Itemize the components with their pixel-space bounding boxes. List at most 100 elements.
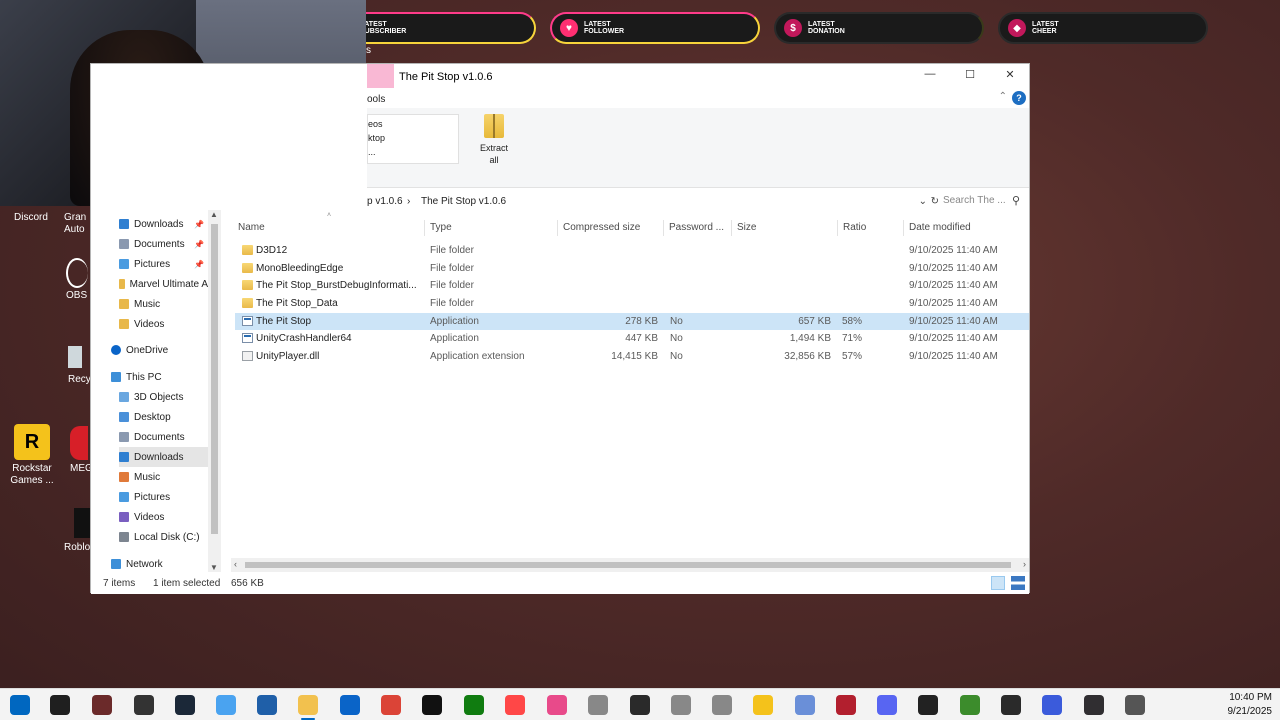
ribbon-list-item[interactable]: eos: [368, 115, 458, 129]
column-divider[interactable]: [424, 220, 425, 236]
epic-icon[interactable]: [1001, 695, 1021, 715]
column-header-password[interactable]: Password ...: [669, 222, 724, 233]
scrollbar-thumb[interactable]: [211, 224, 218, 534]
capcut-icon[interactable]: [422, 695, 442, 715]
file-row[interactable]: UnityPlayer.dll Application extension 14…: [235, 348, 1029, 365]
chrome-icon[interactable]: [381, 695, 401, 715]
nav-item-pictures[interactable]: Pictures: [119, 487, 208, 507]
extract-all-button[interactable]: Extract all: [477, 114, 511, 166]
column-header-name[interactable]: Name: [238, 222, 265, 233]
store-icon[interactable]: [257, 695, 277, 715]
desktop-icon-discord[interactable]: Discord: [8, 212, 54, 224]
collapse-ribbon-icon[interactable]: ⌃: [999, 91, 1007, 102]
horizontal-scrollbar[interactable]: ‹ ›: [231, 558, 1029, 572]
scroll-right-icon[interactable]: ›: [1023, 559, 1026, 569]
details-view-icon[interactable]: [991, 576, 1005, 590]
scroll-down-icon[interactable]: ▼: [210, 563, 218, 572]
ribbon-tab-tools[interactable]: ools: [367, 94, 385, 105]
ea-icon[interactable]: [505, 695, 525, 715]
nav-item-local-disk[interactable]: Local Disk (C:): [119, 527, 208, 547]
minecraft-icon[interactable]: [960, 695, 980, 715]
close-button[interactable]: ✕: [995, 68, 1025, 84]
search-icon[interactable]: [50, 695, 70, 715]
nav-item-downloads-pinned[interactable]: Downloads 📌: [119, 214, 208, 234]
help-icon[interactable]: ?: [1012, 91, 1026, 105]
nav-item-desktop[interactable]: Desktop: [119, 407, 208, 427]
desktop-icon-meg[interactable]: MEG: [70, 426, 93, 475]
ribbon-list-item[interactable]: ...: [368, 143, 458, 157]
desktop-icon-obs[interactable]: OBS: [66, 258, 90, 302]
w-icon[interactable]: [1042, 695, 1062, 715]
start-icon[interactable]: [10, 695, 30, 715]
file-row[interactable]: The Pit Stop_BurstDebugInformati... File…: [235, 277, 1029, 294]
app-icon[interactable]: [92, 695, 112, 715]
column-divider[interactable]: [557, 220, 558, 236]
mushroom-icon[interactable]: [836, 695, 856, 715]
column-header-ratio[interactable]: Ratio: [843, 222, 866, 233]
dot2-icon[interactable]: [671, 695, 691, 715]
nav-item-music-quick[interactable]: Music: [119, 294, 208, 314]
column-divider[interactable]: [731, 220, 732, 236]
nav-item-documents-pinned[interactable]: Documents 📌: [119, 234, 208, 254]
folder-icon: [242, 280, 253, 290]
nav-item-videos[interactable]: Videos: [119, 507, 208, 527]
xbox-icon[interactable]: [464, 695, 484, 715]
scroll-up-icon[interactable]: ▲: [210, 210, 218, 219]
minimize-button[interactable]: —: [915, 68, 945, 84]
address-bar[interactable]: p v1.0.6 › The Pit Stop v1.0.6 ⌄ ↻ Searc…: [367, 192, 1029, 210]
nav-item-pictures-pinned[interactable]: Pictures 📌: [119, 254, 208, 274]
controller-icon[interactable]: [134, 695, 154, 715]
column-header-date-modified[interactable]: Date modified: [909, 222, 971, 233]
game-icon[interactable]: [630, 695, 650, 715]
nav-item-marvel[interactable]: Marvel Ultimate A: [119, 274, 208, 294]
scroll-left-icon[interactable]: ‹: [234, 559, 237, 569]
file-row[interactable]: UnityCrashHandler64 Application 447 KB N…: [235, 330, 1029, 347]
nav-item-network[interactable]: Network: [111, 554, 208, 572]
nav-item-music[interactable]: Music: [119, 467, 208, 487]
column-header-compressed-size[interactable]: Compressed size: [563, 222, 640, 233]
discord-icon[interactable]: [877, 695, 897, 715]
column-divider[interactable]: [903, 220, 904, 236]
desktop-icon-recycle-bin[interactable]: Recy: [68, 346, 91, 386]
nav-item-videos-quick[interactable]: Videos: [119, 314, 208, 334]
file-row-selected[interactable]: The Pit Stop Application 278 KB No 657 K…: [235, 313, 1029, 330]
breadcrumb-parent[interactable]: p v1.0.6: [367, 196, 403, 207]
ribbon-list-item[interactable]: ktop: [368, 129, 458, 143]
copilot-icon[interactable]: [216, 695, 236, 715]
scrollbar-thumb[interactable]: [245, 562, 1011, 568]
desktop-icon-roblox[interactable]: Roblo: [64, 508, 90, 554]
desktop-icon-rockstar[interactable]: R Rockstar Games ...: [6, 424, 58, 487]
column-divider[interactable]: [663, 220, 664, 236]
outlook-icon[interactable]: [340, 695, 360, 715]
large-icons-view-icon[interactable]: [1011, 576, 1025, 590]
nav-item-3d-objects[interactable]: 3D Objects: [119, 387, 208, 407]
file-explorer-icon[interactable]: [298, 695, 318, 720]
settings-icon[interactable]: [1125, 695, 1145, 715]
maximize-button[interactable]: ☐: [955, 68, 985, 84]
cloud-icon: [111, 345, 121, 355]
steam-icon[interactable]: [175, 695, 195, 715]
nav-item-documents[interactable]: Documents: [119, 427, 208, 447]
navigation-scrollbar[interactable]: ▲ ▼: [208, 210, 221, 572]
obs-icon[interactable]: [1084, 695, 1104, 715]
breadcrumb-current[interactable]: The Pit Stop v1.0.6: [421, 196, 506, 207]
dot3-icon[interactable]: [712, 695, 732, 715]
file-row[interactable]: MonoBleedingEdge File folder 9/10/2025 1…: [235, 260, 1029, 277]
pen-icon[interactable]: [918, 695, 938, 715]
column-header-size[interactable]: Size: [737, 222, 756, 233]
nav-item-onedrive[interactable]: OneDrive: [111, 340, 208, 360]
file-row[interactable]: D3D12 File folder 9/10/2025 11:40 AM: [235, 242, 1029, 259]
column-header-type[interactable]: Type: [430, 222, 452, 233]
diamond-icon[interactable]: [795, 695, 815, 715]
dropdown-icon[interactable]: ⌄: [919, 196, 927, 207]
nav-item-downloads-selected[interactable]: Downloads: [119, 447, 208, 467]
rockstar-icon[interactable]: [753, 695, 773, 715]
system-clock[interactable]: 10:40 PM 9/21/2025: [1228, 691, 1273, 719]
column-divider[interactable]: [837, 220, 838, 236]
file-row[interactable]: The Pit Stop_Data File folder 9/10/2025 …: [235, 295, 1029, 312]
color-icon[interactable]: [547, 695, 567, 715]
nav-item-this-pc[interactable]: This PC: [111, 367, 208, 387]
dot-icon[interactable]: [588, 695, 608, 715]
search-input[interactable]: Search The ... ⚲: [935, 192, 1023, 210]
ribbon-quick-list[interactable]: eos ktop ...: [367, 114, 459, 164]
